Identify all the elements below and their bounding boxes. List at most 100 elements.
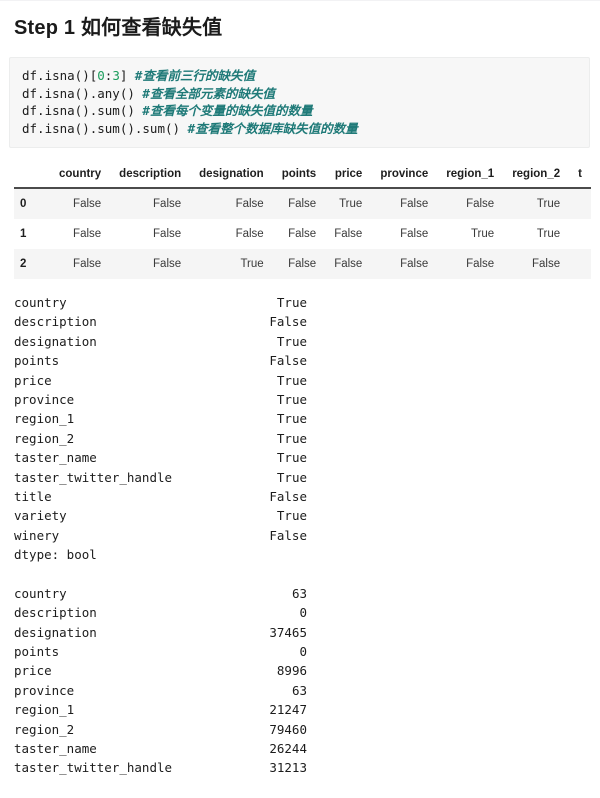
series-row: winery False: [14, 526, 307, 545]
dataframe-cell: False: [400, 228, 429, 240]
dataframe-cell: True: [536, 228, 561, 240]
code-text: df.isna()[: [22, 68, 98, 83]
top-hairline: [0, 0, 600, 1]
series-row: taster_twitter_handle True: [14, 468, 307, 487]
dataframe-row-index: 2: [20, 258, 27, 270]
series-key: description: [14, 314, 97, 330]
dataframe-column-header: description: [119, 168, 182, 180]
series-value: 0: [299, 643, 307, 659]
series-value: False: [269, 353, 307, 369]
series-key: winery: [14, 527, 60, 543]
code-line: df.isna().sum().sum() #查看整个数据库缺失值的数量: [22, 120, 579, 138]
dataframe-row-index: 0: [20, 198, 27, 210]
series-row: country 63: [14, 584, 307, 603]
series-key: price: [14, 372, 52, 388]
series-key: description: [14, 605, 97, 621]
dataframe-column-header: region_2: [512, 168, 561, 180]
series-value: True: [276, 392, 307, 408]
code-text: df.isna().sum().sum(): [22, 120, 188, 136]
code-comment: #查看全部元素的缺失值: [142, 85, 275, 101]
dataframe-cell: False: [73, 228, 102, 240]
dataframe-column-header: region_1: [446, 168, 495, 180]
series-value: True: [276, 469, 307, 485]
dataframe-column-header: points: [281, 168, 317, 180]
series-key: designation: [14, 333, 97, 349]
dataframe-cell: False: [73, 258, 102, 270]
dataframe-column-header: country: [59, 168, 102, 180]
dataframe-cell: False: [400, 198, 429, 210]
series-row: taster_twitter_handle 31213: [14, 758, 307, 777]
dataframe-cell: False: [288, 258, 317, 270]
dataframe-cell: False: [288, 198, 317, 210]
series-key: region_2: [14, 430, 75, 446]
series-value: True: [276, 295, 307, 310]
series-key: taster_twitter_handle: [14, 760, 173, 776]
series-key: region_1: [14, 411, 75, 427]
series-value: 63: [291, 682, 307, 698]
series-value: 37465: [269, 624, 307, 640]
series-key: province: [14, 392, 75, 408]
isna-any-output: country True description False designation Tr…: [14, 293, 600, 565]
dataframe-cell: False: [532, 258, 561, 270]
series-key: title: [14, 489, 52, 505]
dataframe-cell: True: [536, 198, 561, 210]
dataframe-cell: False: [334, 258, 363, 270]
series-value: True: [276, 372, 307, 388]
dataframe-cell: False: [466, 258, 495, 270]
series-key: taster_twitter_handle: [14, 469, 173, 485]
code-comment: #查看整个数据库缺失值的数量: [187, 120, 358, 136]
dataframe-cell: False: [153, 198, 182, 210]
series-row: description False: [14, 312, 307, 331]
dataframe-index-header: [14, 166, 50, 188]
series-row: taster_name True: [14, 448, 307, 467]
dataframe-cell: False: [73, 198, 102, 210]
series-key: designation: [14, 624, 97, 640]
series-row: taster_name 26244: [14, 739, 307, 758]
series-value: True: [276, 450, 307, 466]
series-row: designation True: [14, 332, 307, 351]
code-text: df.isna().sum(): [22, 103, 143, 118]
series-row: description 0: [14, 603, 307, 622]
series-row: variety True: [14, 506, 307, 525]
dataframe-cell: [569, 249, 591, 279]
dataframe-cell: True: [339, 198, 363, 210]
code-text: df.isna().any(): [22, 85, 143, 101]
series-row: province 63: [14, 681, 307, 700]
code-line: df.isna().sum() #查看每个变量的缺失值的数量: [22, 102, 579, 120]
dataframe-head: country description designation points price…: [14, 166, 591, 188]
series-row: points False: [14, 351, 307, 370]
series-row: price True: [14, 371, 307, 390]
series-key: points: [14, 353, 60, 369]
dataframe-column-header: price: [334, 168, 363, 180]
series-value: True: [276, 411, 307, 427]
isna-sum-output: country 63 description 0 designation 37465 poi…: [14, 584, 600, 778]
series-row: designation 37465: [14, 623, 307, 642]
series-value: 0: [299, 605, 307, 621]
table-row: 0 False False False False True False False True: [14, 188, 591, 219]
series-value: 79460: [269, 721, 307, 737]
dataframe-cell: [569, 219, 591, 249]
series-value: 21247: [269, 702, 307, 718]
dataframe-column-header: province: [380, 168, 429, 180]
table-row: 1 False False False False False False True True: [14, 219, 591, 249]
dataframe-cell: False: [334, 228, 363, 240]
series-key: price: [14, 663, 52, 679]
dataframe-cell: False: [153, 228, 182, 240]
dataframe-column-header: designation: [199, 168, 264, 180]
series-row: title False: [14, 487, 307, 506]
series-row: region_1 True: [14, 409, 307, 428]
code-comment: #查看每个变量的缺失值的数量: [142, 103, 313, 118]
code-number-literal: 3: [112, 68, 120, 83]
dataframe-body: 0 False False False False True False False True 1…: [14, 188, 591, 279]
series-value: True: [276, 508, 307, 524]
series-row: points 0: [14, 642, 307, 661]
dataframe-cell: False: [466, 198, 495, 210]
code-text: ]: [119, 68, 135, 83]
series-value: 8996: [276, 663, 307, 679]
series-value: False: [269, 527, 307, 543]
series-key: taster_name: [14, 740, 97, 756]
dataframe-cell: False: [288, 228, 317, 240]
series-key: variety: [14, 508, 67, 524]
series-value: False: [269, 489, 307, 505]
series-value: 63: [291, 585, 307, 601]
